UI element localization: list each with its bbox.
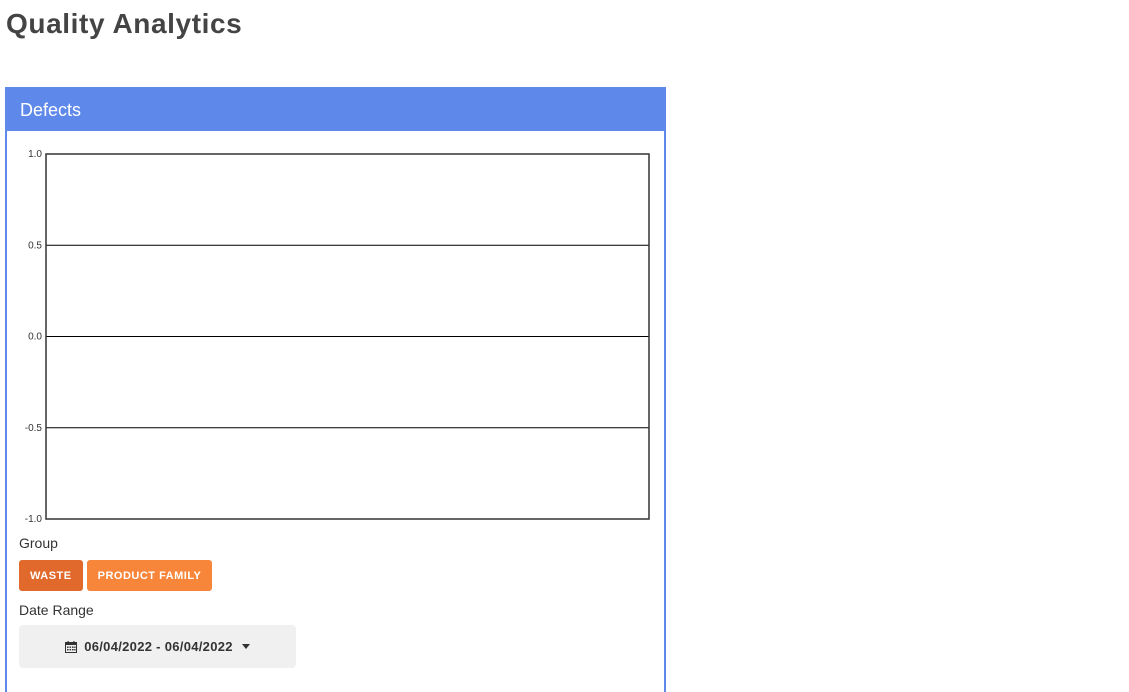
caret-down-icon [241,644,250,649]
chart-svg: 1.0 0.5 0.0 -0.5 -1.0 [25,149,650,525]
waste-button[interactable]: WASTE [19,560,83,591]
defects-card: Defects 1.0 0.5 0.0 -0.5 -1.0 Group WASTE PR… [5,87,666,692]
date-range-label: Date Range [19,602,94,618]
y-tick-label: 1.0 [28,149,42,160]
page-title: Quality Analytics [6,8,243,39]
date-range-picker[interactable]: 06/04/2022 - 06/04/2022 [19,625,296,668]
group-label: Group [19,535,58,551]
y-tick-label: -0.5 [25,423,43,434]
y-tick-label: 0.5 [28,240,42,251]
date-range-value: 06/04/2022 - 06/04/2022 [84,639,233,654]
defects-chart: 1.0 0.5 0.0 -0.5 -1.0 [7,131,664,531]
card-title: Defects [7,89,664,131]
group-button-row: WASTE PRODUCT FAMILY [19,560,213,591]
y-tick-label: -1.0 [25,514,43,525]
y-tick-label: 0.0 [28,332,42,343]
product-family-button[interactable]: PRODUCT FAMILY [86,560,213,591]
calendar-icon [65,640,78,653]
